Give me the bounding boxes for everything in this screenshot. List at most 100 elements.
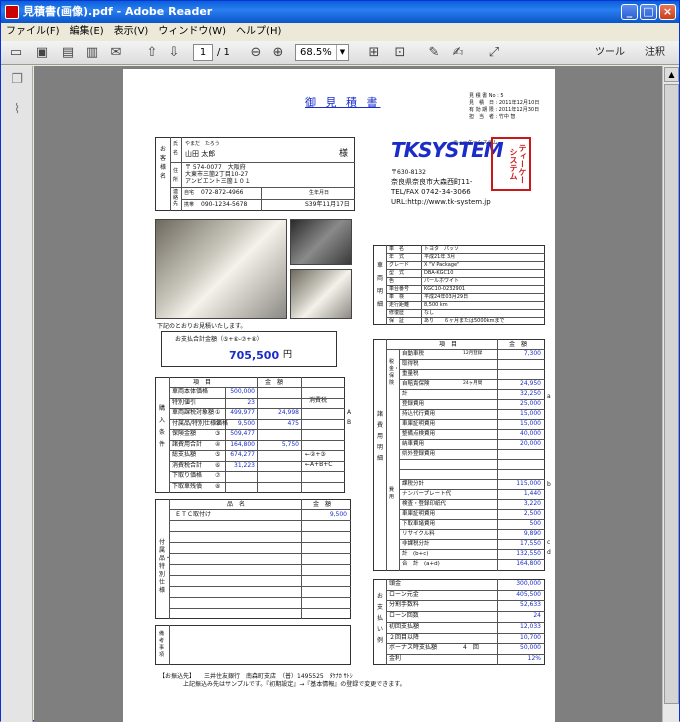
row-number: ⑥: [215, 461, 221, 469]
table-row: 下取車残債: [172, 482, 203, 490]
tools-button[interactable]: ツール: [595, 45, 625, 61]
vehicle-field-value: DBA-KGC10: [424, 270, 454, 276]
buy-amount: 500,000: [230, 388, 255, 395]
zoom-in-icon[interactable]: ⊕: [269, 44, 287, 62]
toolbar: ▭ ▣ ▤ ▥ ✉ ⇧ ⇩ 1 / 1 ⊖ ⊕ 68.5% ▼ ⊞ ⊡ ✎ ✍ ⤢…: [1, 41, 679, 65]
vehicle-field-value: 8,500 km: [424, 302, 448, 308]
close-button[interactable]: ×: [659, 4, 676, 20]
row-number: ⑧: [215, 482, 221, 490]
paperclip-icon[interactable]: ⌇: [9, 102, 25, 118]
table-row: 下取り価格: [172, 472, 203, 479]
buy-amount: 164,800: [230, 440, 255, 448]
pay-amount: 12%: [527, 654, 541, 662]
pdf-app-icon: [5, 5, 19, 19]
scroll-thumb[interactable]: [664, 84, 679, 704]
fee-amount: 132,550: [516, 550, 541, 557]
email-icon[interactable]: ✉: [107, 44, 125, 62]
acc-col-item: 品 名: [227, 501, 246, 508]
fee-amount: 15,000: [520, 410, 541, 417]
birth-date: S39年11月17日: [305, 201, 350, 208]
fee-divider: [399, 459, 545, 460]
fees-label: 諸費用明細: [377, 411, 384, 462]
fee-note: 24ヶ月間: [463, 381, 483, 386]
create-pdf-icon[interactable]: ▣: [33, 44, 51, 62]
reader-window: 見積書(画像).pdf - Adobe Reader _ □ × ファイル(F)…: [0, 0, 680, 722]
vehicle-divider: [386, 261, 545, 262]
fit-width-icon[interactable]: ⊡: [391, 44, 409, 62]
maximize-button[interactable]: □: [640, 4, 657, 20]
fee-amount: 164,800: [516, 560, 541, 567]
remarks-label: 備考事項: [159, 631, 165, 658]
tax-group-label: 税金・保険: [389, 359, 400, 386]
vehicle-field-label: 車台番号: [389, 286, 410, 292]
prev-page-icon[interactable]: ⇧: [143, 44, 161, 62]
menu-file[interactable]: ファイル(F): [1, 23, 65, 41]
zoom-select[interactable]: 68.5% ▼: [295, 44, 349, 61]
mobile-label: 携帯: [184, 202, 195, 208]
sign-icon[interactable]: ✍: [449, 44, 467, 62]
fee-amount: 9,890: [523, 530, 541, 537]
acc-divider: [169, 608, 351, 609]
vehicle-label: 車両明細: [377, 262, 384, 308]
vertical-scrollbar[interactable]: ▲: [662, 66, 679, 722]
table-row: 分割手数料: [389, 601, 420, 609]
buy-tax: 24,998: [278, 409, 299, 416]
customer-name: 山田 太郎: [185, 150, 216, 158]
acc-divider: [169, 542, 351, 543]
comment-icon[interactable]: ✎: [425, 44, 443, 62]
vehicle-field-label: 色: [389, 278, 395, 284]
row-number: ①: [215, 409, 221, 416]
tax-mark: B: [347, 419, 352, 426]
company-address: 奈良県奈良市大森西町11-: [391, 178, 473, 186]
table-row: 車両本体価格: [172, 388, 209, 395]
fee-amount: 500: [529, 520, 541, 527]
meta-line: 担 当 者 : 竹中 智: [469, 114, 516, 120]
comment-button[interactable]: 注釈: [645, 45, 665, 61]
zoom-out-icon[interactable]: ⊖: [247, 44, 265, 62]
meta-line: 見 積 書 No : 5: [469, 93, 504, 99]
chevron-down-icon[interactable]: ▼: [336, 45, 348, 60]
pay-amount: 24: [533, 612, 541, 620]
home-phone: 072-872-4966: [201, 189, 244, 196]
vehicle-field-value: KGC10-0232901: [424, 286, 466, 292]
table-row: リサイクル料: [402, 531, 435, 537]
page-count: / 1: [217, 47, 230, 58]
acc-divider: [169, 553, 351, 554]
fee-amount: 115,000: [516, 480, 541, 487]
row-number: ④: [215, 440, 221, 448]
menu-edit[interactable]: 編集(E): [65, 23, 109, 41]
menu-window[interactable]: ウィンドウ(W): [153, 23, 231, 41]
save-icon[interactable]: ▤: [59, 44, 77, 62]
open-icon[interactable]: ▭: [7, 44, 25, 62]
company-seal: ティーケーシステム: [491, 137, 531, 191]
table-row: ローン回数: [389, 612, 419, 620]
acc-header-line: [169, 509, 351, 510]
minimize-button[interactable]: _: [621, 4, 638, 20]
menu-view[interactable]: 表示(V): [109, 23, 154, 41]
pages-icon[interactable]: ❐: [9, 72, 25, 88]
table-row: 合 計 (a+d): [402, 561, 440, 567]
vehicle-divider: [386, 269, 545, 270]
menu-help[interactable]: ヘルプ(H): [231, 23, 286, 41]
page-number-input[interactable]: 1: [193, 44, 213, 61]
buy-amount: 31,223: [234, 461, 255, 469]
scroll-up-icon[interactable]: ▲: [664, 67, 679, 82]
table-row: 検査・登録印紙代: [402, 501, 447, 507]
accessory-label: 付属品・特別仕様: [159, 539, 172, 594]
vehicle-field-value: 平成24年03月29日: [424, 294, 469, 300]
next-page-icon[interactable]: ⇩: [165, 44, 183, 62]
home-label: 自宅: [184, 190, 195, 196]
vehicle-divider: [386, 285, 545, 286]
intro-text: 下記のとおりお見積いたします。: [157, 323, 247, 330]
table-row: 整備点検費用: [402, 431, 436, 437]
bank-info: 【お振込先】 三井住友銀行 南森町支店 （普）1495525 ﾀｹﾅｶ ｻﾄｼ: [159, 673, 353, 680]
print-icon[interactable]: ▥: [83, 44, 101, 62]
row-number: ②: [215, 419, 221, 427]
menu-bar: ファイル(F) 編集(E) 表示(V) ウィンドウ(W) ヘルプ(H): [1, 23, 679, 41]
acc-divider: [169, 575, 351, 576]
table-row: 金利: [389, 654, 402, 662]
pdf-page: 御 見 積 書 見 積 書 No : 5見 積 日 : 2011年12月10日有…: [123, 69, 555, 722]
expand-icon[interactable]: ⤢: [485, 44, 503, 62]
fit-page-icon[interactable]: ⊞: [365, 44, 383, 62]
fee-amount: 1,440: [523, 490, 541, 497]
